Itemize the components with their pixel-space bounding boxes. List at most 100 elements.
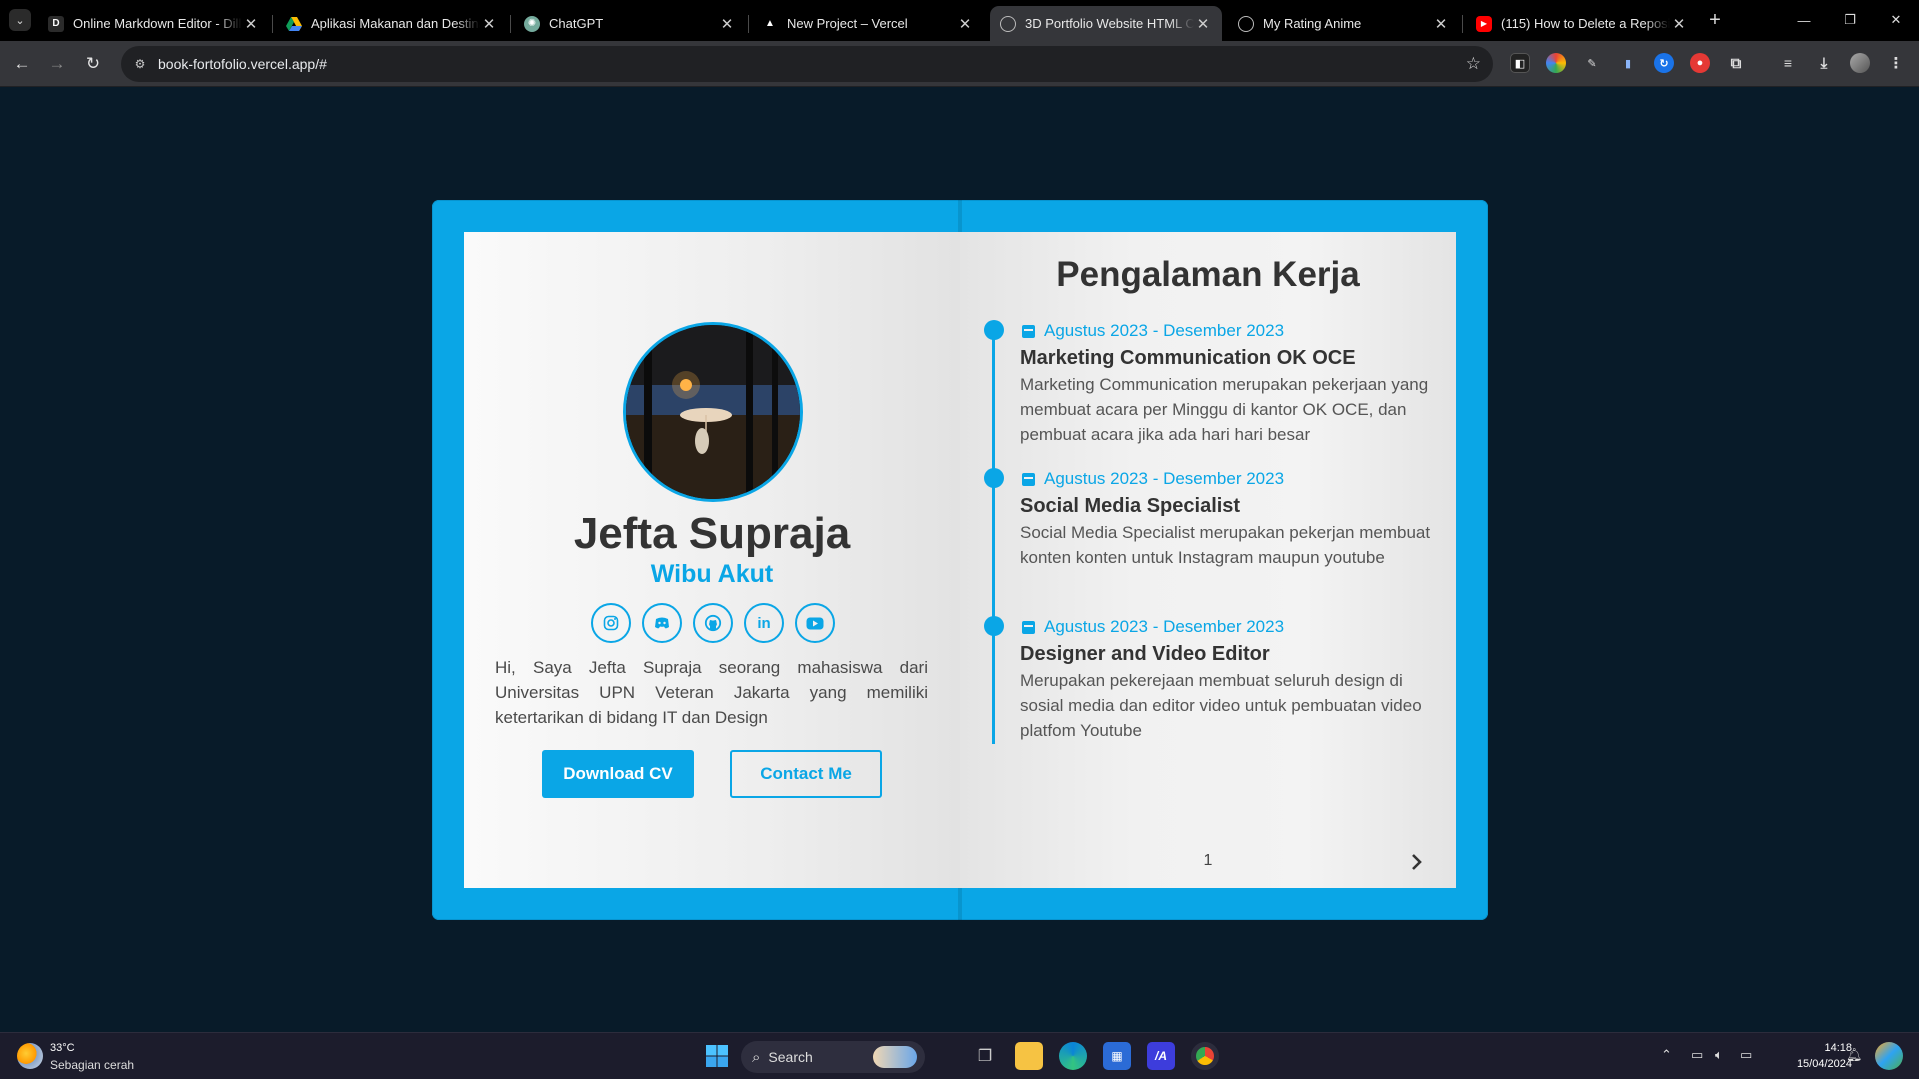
- experience-role: Designer and Video Editor: [1020, 643, 1270, 665]
- experience-role: Social Media Specialist: [1020, 495, 1241, 517]
- tab-vercel[interactable]: ▲ New Project – Vercel ✕: [752, 6, 984, 41]
- url-text: book-fortofolio.vercel.app/#: [158, 56, 327, 72]
- volume-icon[interactable]: 🔈︎: [1715, 1047, 1723, 1063]
- timeline-dot: [984, 468, 1004, 488]
- tab-chatgpt[interactable]: ✺ ChatGPT ✕: [514, 6, 746, 41]
- experience-role: Marketing Communication OK OCE: [1020, 347, 1356, 369]
- profile-avatar-photo: [623, 322, 803, 502]
- back-button[interactable]: ←: [8, 50, 36, 78]
- tab-portfolio[interactable]: 3D Portfolio Website HTML CSS ✕: [990, 6, 1222, 41]
- calendar-icon: [1022, 324, 1035, 338]
- experience-description: Social Media Specialist merupakan pekerj…: [1020, 523, 1431, 567]
- forward-button[interactable]: →: [43, 50, 71, 78]
- experience-item: Agustus 2023 - Desember 2023 Designer an…: [984, 616, 1440, 743]
- youtube-icon: ▶: [1476, 15, 1492, 32]
- show-hidden-icons[interactable]: ⌃: [1661, 1047, 1672, 1063]
- clock-date[interactable]: 15/04/2024: [1774, 1058, 1852, 1070]
- page-number: 1: [1203, 852, 1213, 869]
- globe-icon: [1238, 15, 1254, 32]
- new-tab-button[interactable]: +: [1703, 8, 1727, 32]
- experience-date: Agustus 2023 - Desember 2023: [1020, 616, 1440, 638]
- timeline-dot: [984, 616, 1004, 636]
- chevron-right-icon: [1412, 854, 1422, 870]
- close-tab-icon[interactable]: ✕: [1432, 15, 1450, 33]
- notification-bell-icon[interactable]: 🔔︎: [1846, 1047, 1863, 1063]
- file-explorer-icon[interactable]: [1015, 1042, 1043, 1070]
- extension-icon[interactable]: ◧: [1510, 53, 1530, 73]
- linkedin-icon[interactable]: in: [744, 603, 784, 643]
- document-icon[interactable]: ▮: [1618, 53, 1638, 73]
- close-tab-icon[interactable]: ✕: [1194, 15, 1212, 33]
- discord-icon[interactable]: [642, 603, 682, 643]
- color-picker-icon[interactable]: [1546, 53, 1566, 73]
- weather-description: Sebagian cerah: [50, 1058, 135, 1072]
- tab-youtube[interactable]: ▶ (115) How to Delete a Repository ✕: [1466, 6, 1698, 41]
- github-icon[interactable]: [693, 603, 733, 643]
- google-drive-icon: [286, 16, 302, 32]
- experience-title: Pengalaman Kerja: [1056, 255, 1360, 294]
- vscode-like-icon[interactable]: /A: [1147, 1042, 1175, 1070]
- minimize-button[interactable]: —: [1781, 5, 1827, 35]
- close-window-button[interactable]: ✕: [1873, 5, 1919, 35]
- tab-divider: [1462, 15, 1463, 33]
- profile-name: Jefta Supraja: [573, 509, 851, 558]
- start-button[interactable]: [703, 1042, 731, 1070]
- experience-item: Agustus 2023 - Desember 2023 Marketing C…: [984, 320, 1440, 447]
- tab-divider: [272, 15, 273, 33]
- browser-toolbar: ← → ↻ ⚙ book-fortofolio.vercel.app/# ☆ ◧…: [0, 41, 1919, 87]
- restore-button[interactable]: ❐: [1827, 5, 1873, 35]
- search-icon: ⌕: [752, 1048, 761, 1066]
- network-icon[interactable]: ▭: [1691, 1047, 1703, 1063]
- battery-icon[interactable]: ▭: [1740, 1047, 1752, 1063]
- profile-avatar[interactable]: [1850, 53, 1870, 73]
- contact-me-button[interactable]: Contact Me: [730, 750, 882, 798]
- address-bar[interactable]: ⚙ book-fortofolio.vercel.app/# ☆: [121, 46, 1493, 82]
- calendar-icon: [1022, 620, 1035, 634]
- timeline-dot: [984, 320, 1004, 340]
- close-tab-icon[interactable]: ✕: [1670, 15, 1688, 33]
- youtube-icon[interactable]: [795, 603, 835, 643]
- tab-anime-rating[interactable]: My Rating Anime ✕: [1228, 6, 1460, 41]
- menu-kebab-icon[interactable]: ⋮: [1886, 53, 1906, 73]
- record-icon[interactable]: ●: [1690, 53, 1710, 73]
- weather-temperature: 33°C: [50, 1042, 75, 1054]
- close-tab-icon[interactable]: ✕: [242, 15, 260, 33]
- experience-description: Marketing Communication merupakan pekerj…: [1020, 375, 1429, 444]
- extensions-puzzle-icon[interactable]: ⧉: [1726, 53, 1746, 73]
- chrome-icon[interactable]: [1191, 1042, 1219, 1070]
- close-tab-icon[interactable]: ✕: [480, 15, 498, 33]
- experience-date: Agustus 2023 - Desember 2023: [1020, 320, 1440, 342]
- reload-button[interactable]: ↻: [79, 50, 107, 78]
- instagram-icon[interactable]: [591, 603, 631, 643]
- sync-icon[interactable]: ↻: [1654, 53, 1674, 73]
- calendar-icon: [1022, 472, 1035, 486]
- next-page-button[interactable]: [1405, 850, 1429, 874]
- download-cv-button[interactable]: Download CV: [542, 750, 694, 798]
- chatgpt-icon: ✺: [524, 15, 540, 32]
- site-info-icon[interactable]: ⚙: [131, 57, 149, 71]
- copilot-icon[interactable]: [1875, 1042, 1903, 1070]
- edge-icon[interactable]: [1059, 1042, 1087, 1070]
- taskbar: 33°C Sebagian cerah ⌕ Search ❐ ▦ /A ⌃ ▭ …: [0, 1032, 1919, 1079]
- close-tab-icon[interactable]: ✕: [718, 15, 736, 33]
- social-links: in: [591, 603, 835, 643]
- eyedropper-icon[interactable]: ✎: [1582, 53, 1602, 73]
- weather-icon[interactable]: [17, 1043, 43, 1069]
- taskbar-search[interactable]: ⌕ Search: [741, 1041, 925, 1073]
- search-highlight-icon: [873, 1046, 917, 1068]
- task-view-icon[interactable]: ❐: [971, 1042, 999, 1070]
- experience-date: Agustus 2023 - Desember 2023: [1020, 468, 1440, 490]
- tab-dillinger[interactable]: D Online Markdown Editor - Dillinger ✕: [38, 6, 270, 41]
- timeline-line: [992, 330, 995, 744]
- profile-bio: Hi, Saya Jefta Supraja seorang mahasiswa…: [495, 658, 928, 727]
- tab-search-button[interactable]: ⌄: [9, 9, 31, 31]
- tab-divider: [748, 15, 749, 33]
- reading-list-icon[interactable]: ≡: [1778, 53, 1798, 73]
- experience-description: Merupakan pekerejaan membuat seluruh des…: [1020, 671, 1422, 740]
- bookmark-star-icon[interactable]: ☆: [1466, 54, 1481, 74]
- tab-strip: ⌄ D Online Markdown Editor - Dillinger ✕…: [0, 0, 1919, 41]
- tab-aplikasi[interactable]: Aplikasi Makanan dan Destinasi ✕: [276, 6, 508, 41]
- close-tab-icon[interactable]: ✕: [956, 15, 974, 33]
- store-icon[interactable]: ▦: [1103, 1042, 1131, 1070]
- download-icon[interactable]: ⤓: [1814, 53, 1834, 73]
